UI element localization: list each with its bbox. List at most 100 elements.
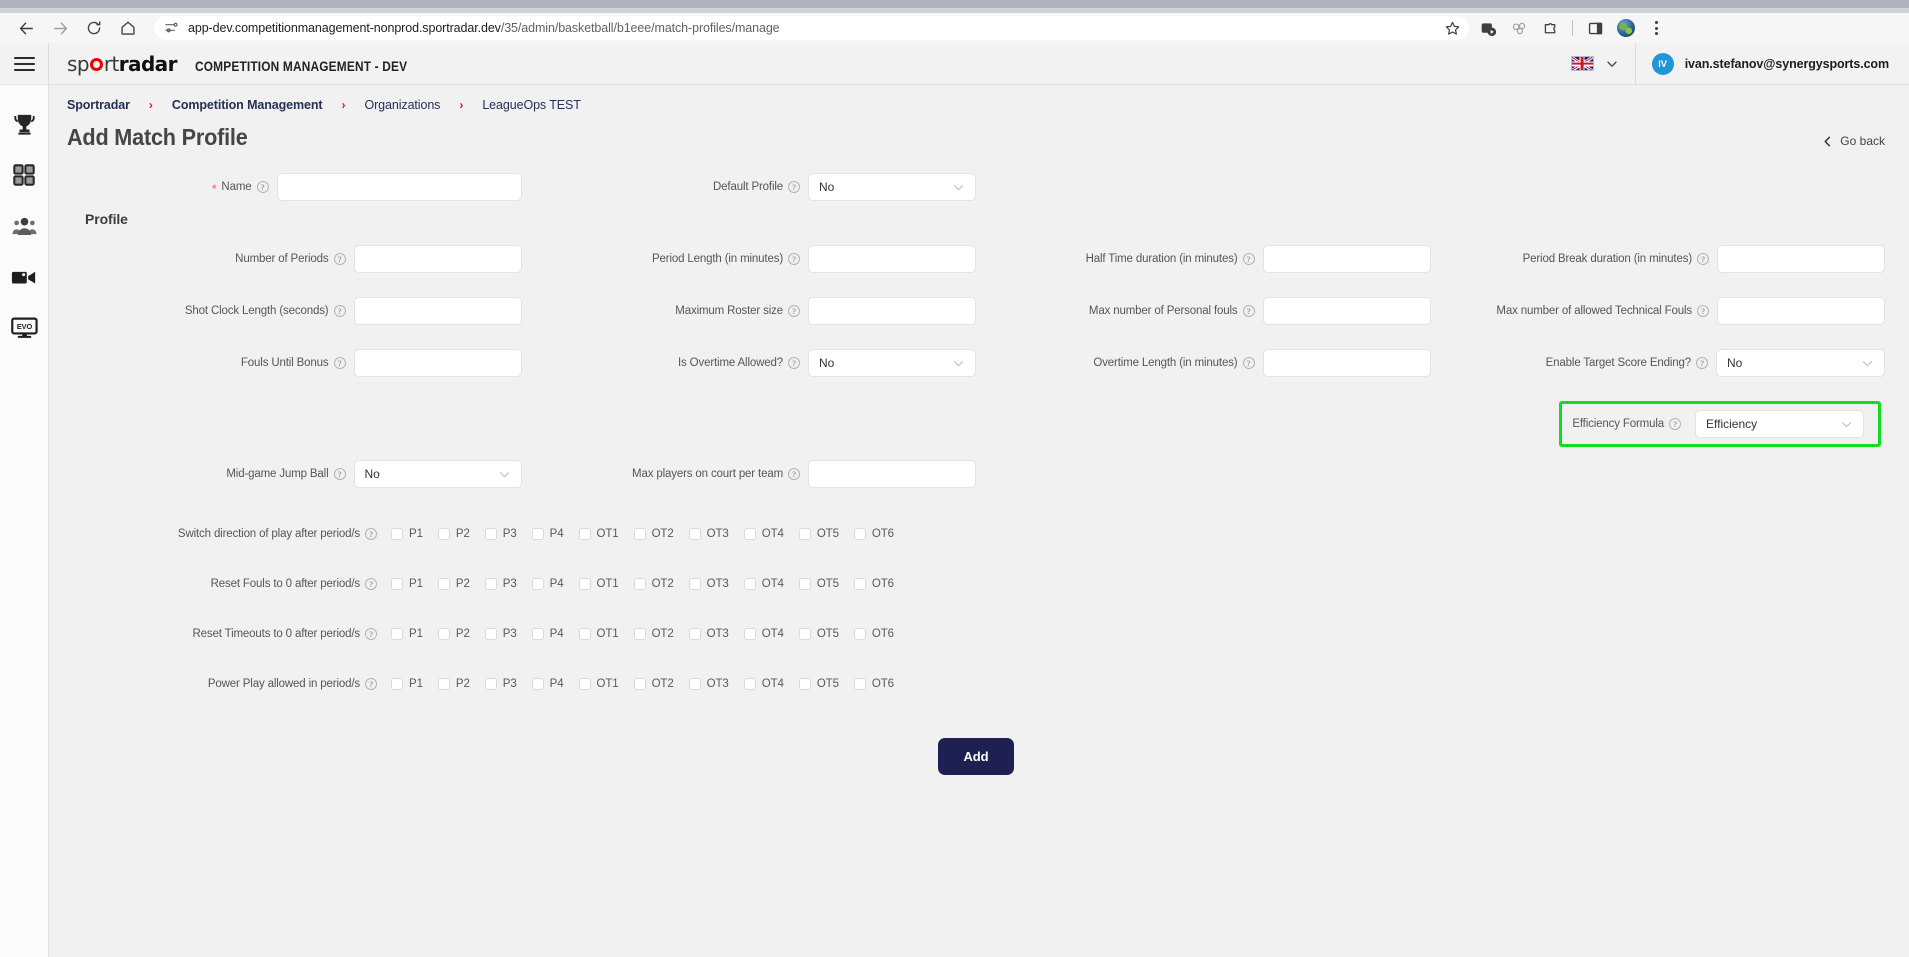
checkbox-box[interactable] bbox=[853, 528, 866, 540]
checkbox-box[interactable] bbox=[578, 678, 591, 690]
help-icon[interactable]: ? bbox=[788, 253, 800, 265]
help-icon[interactable]: ? bbox=[1697, 305, 1709, 317]
profile-avatar-icon[interactable] bbox=[1617, 19, 1635, 37]
period-checkbox-ot1[interactable]: OT1 bbox=[578, 628, 619, 640]
period-checkbox-p1[interactable]: P1 bbox=[391, 628, 423, 640]
period-checkbox-p2[interactable]: P2 bbox=[437, 528, 470, 540]
checkbox-box[interactable] bbox=[578, 628, 591, 640]
checkbox-box[interactable] bbox=[391, 578, 403, 590]
period-checkbox-ot6[interactable]: OT6 bbox=[853, 578, 894, 590]
period-checkbox-ot1[interactable]: OT1 bbox=[578, 678, 619, 690]
sidebar-item-video[interactable] bbox=[4, 260, 44, 294]
help-icon[interactable]: ? bbox=[788, 305, 800, 317]
star-icon[interactable] bbox=[1444, 20, 1461, 37]
back-arrow-icon[interactable] bbox=[16, 18, 36, 38]
checkbox-box[interactable] bbox=[437, 678, 450, 690]
checkbox-box[interactable] bbox=[578, 578, 591, 590]
period-length-input[interactable] bbox=[808, 245, 976, 273]
max-personal-fouls-input[interactable] bbox=[1262, 297, 1431, 325]
checkbox-box[interactable] bbox=[391, 528, 403, 540]
checkbox-box[interactable] bbox=[798, 628, 811, 640]
period-checkbox-ot4[interactable]: OT4 bbox=[743, 578, 784, 590]
sidebar-item-evo[interactable]: EVO bbox=[4, 311, 44, 345]
checkbox-box[interactable] bbox=[484, 578, 497, 590]
period-checkbox-ot4[interactable]: OT4 bbox=[743, 678, 784, 690]
period-checkbox-ot6[interactable]: OT6 bbox=[853, 678, 894, 690]
checkbox-box[interactable] bbox=[531, 678, 544, 690]
period-checkbox-ot5[interactable]: OT5 bbox=[798, 578, 839, 590]
checkbox-box[interactable] bbox=[391, 628, 403, 640]
checkbox-box[interactable] bbox=[531, 578, 544, 590]
period-checkbox-ot3[interactable]: OT3 bbox=[688, 578, 729, 590]
period-checkbox-ot2[interactable]: OT2 bbox=[633, 528, 674, 540]
period-checkbox-ot2[interactable]: OT2 bbox=[633, 678, 674, 690]
fouls-until-bonus-input[interactable] bbox=[353, 349, 522, 377]
breadcrumb-item-sportradar[interactable]: Sportradar bbox=[67, 98, 130, 112]
address-bar[interactable]: app-dev.competitionmanagement-nonprod.sp… bbox=[154, 16, 1469, 40]
period-checkbox-ot5[interactable]: OT5 bbox=[798, 678, 839, 690]
breadcrumb-item-organizations[interactable]: Organizations bbox=[365, 98, 441, 112]
period-checkbox-p4[interactable]: P4 bbox=[531, 578, 564, 590]
checkbox-box[interactable] bbox=[688, 678, 701, 690]
sidebar-item-teams[interactable] bbox=[4, 209, 44, 243]
checkbox-box[interactable] bbox=[531, 528, 544, 540]
checkbox-box[interactable] bbox=[853, 628, 866, 640]
checkbox-box[interactable] bbox=[437, 628, 450, 640]
period-checkbox-ot5[interactable]: OT5 bbox=[798, 628, 839, 640]
help-icon[interactable]: ? bbox=[788, 468, 800, 480]
period-break-duration-input[interactable] bbox=[1717, 245, 1885, 273]
checkbox-box[interactable] bbox=[437, 528, 450, 540]
help-icon[interactable]: ? bbox=[1242, 305, 1255, 317]
period-checkbox-p3[interactable]: P3 bbox=[484, 578, 517, 590]
period-checkbox-p4[interactable]: P4 bbox=[531, 528, 564, 540]
period-checkbox-ot4[interactable]: OT4 bbox=[743, 528, 784, 540]
period-checkbox-p2[interactable]: P2 bbox=[437, 578, 470, 590]
go-back-button[interactable]: Go back bbox=[1822, 134, 1885, 151]
help-icon[interactable]: ? bbox=[1697, 253, 1709, 265]
period-checkbox-ot2[interactable]: OT2 bbox=[633, 628, 674, 640]
period-checkbox-p3[interactable]: P3 bbox=[484, 678, 517, 690]
is-overtime-allowed-select[interactable]: No bbox=[808, 349, 976, 377]
checkbox-box[interactable] bbox=[633, 628, 646, 640]
mid-game-jump-ball-select[interactable]: No bbox=[353, 460, 522, 488]
period-checkbox-p1[interactable]: P1 bbox=[391, 578, 423, 590]
checkbox-box[interactable] bbox=[633, 528, 646, 540]
maximum-roster-size-input[interactable] bbox=[808, 297, 976, 325]
checkbox-box[interactable] bbox=[853, 578, 866, 590]
period-checkbox-ot3[interactable]: OT3 bbox=[688, 628, 729, 640]
checkbox-box[interactable] bbox=[798, 678, 811, 690]
checkbox-box[interactable] bbox=[484, 678, 497, 690]
checkbox-box[interactable] bbox=[578, 528, 591, 540]
reload-icon[interactable] bbox=[84, 18, 104, 38]
number-of-periods-input[interactable] bbox=[353, 245, 522, 273]
period-checkbox-p1[interactable]: P1 bbox=[391, 678, 423, 690]
forward-arrow-icon[interactable] bbox=[50, 18, 70, 38]
period-checkbox-p4[interactable]: P4 bbox=[531, 628, 564, 640]
share-icon[interactable] bbox=[1510, 19, 1528, 37]
enable-target-score-ending-select[interactable]: No bbox=[1716, 349, 1885, 377]
period-checkbox-p3[interactable]: P3 bbox=[484, 628, 517, 640]
period-checkbox-p2[interactable]: P2 bbox=[437, 678, 470, 690]
help-icon[interactable]: ? bbox=[1669, 418, 1681, 430]
checkbox-box[interactable] bbox=[688, 578, 701, 590]
max-technical-fouls-input[interactable] bbox=[1717, 297, 1885, 325]
checkbox-box[interactable] bbox=[437, 578, 450, 590]
checkbox-box[interactable] bbox=[391, 678, 403, 690]
sidebar-item-competitions[interactable] bbox=[4, 107, 44, 141]
site-settings-icon[interactable] bbox=[164, 20, 180, 36]
checkbox-box[interactable] bbox=[688, 628, 701, 640]
help-icon[interactable]: ? bbox=[365, 678, 377, 690]
help-icon[interactable]: ? bbox=[333, 253, 346, 265]
hamburger-menu-icon[interactable] bbox=[0, 42, 49, 85]
help-icon[interactable]: ? bbox=[1242, 357, 1255, 369]
checkbox-box[interactable] bbox=[633, 678, 646, 690]
breadcrumb-item-leagueops-test[interactable]: LeagueOps TEST bbox=[482, 98, 581, 112]
help-icon[interactable]: ? bbox=[333, 468, 346, 480]
kebab-menu-icon[interactable] bbox=[1648, 21, 1664, 35]
help-icon[interactable]: ? bbox=[1696, 357, 1708, 369]
period-checkbox-ot1[interactable]: OT1 bbox=[578, 528, 619, 540]
help-icon[interactable]: ? bbox=[788, 357, 800, 369]
help-icon[interactable]: ? bbox=[788, 181, 800, 193]
checkbox-box[interactable] bbox=[743, 678, 756, 690]
half-time-duration-input[interactable] bbox=[1262, 245, 1431, 273]
